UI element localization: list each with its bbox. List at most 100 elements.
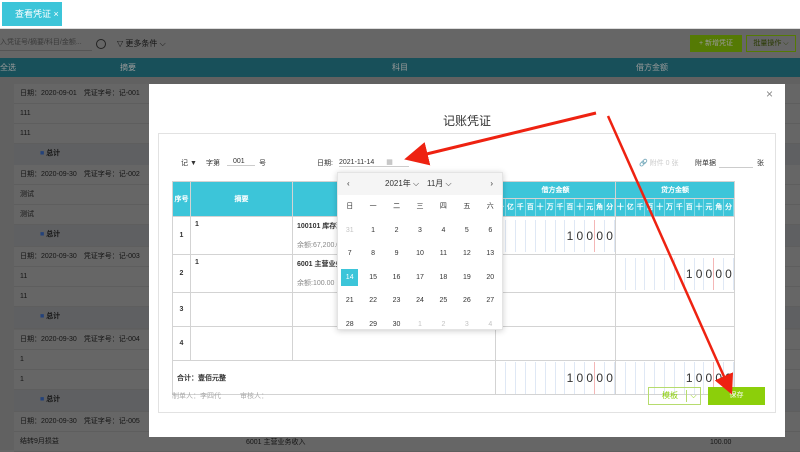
calendar-day[interactable]: 25: [432, 289, 455, 313]
debit-cell[interactable]: [495, 326, 616, 361]
total-debit: 10000: [496, 361, 616, 394]
calendar-day[interactable]: 11: [432, 242, 455, 266]
zi-di-label: 字第: [206, 160, 220, 167]
calendar-day[interactable]: 30: [385, 313, 408, 337]
digit-unit: 千: [516, 199, 526, 216]
calendar-day[interactable]: 23: [385, 289, 408, 313]
calendar-day[interactable]: 1: [408, 313, 431, 337]
summary-cell[interactable]: 1: [190, 254, 293, 293]
calendar-day[interactable]: 9: [385, 242, 408, 266]
digit: [546, 361, 556, 394]
header-select-all[interactable]: 全选: [0, 58, 16, 77]
calendar-day[interactable]: 28: [338, 313, 361, 337]
voucher-number-input[interactable]: 001: [227, 158, 255, 166]
search-input[interactable]: 入凭证号/摘要/科目/金额...: [0, 37, 92, 51]
month-select[interactable]: 11月 ⌵: [427, 173, 452, 195]
calendar-day[interactable]: 2: [385, 219, 408, 243]
summary-cell[interactable]: 1: [190, 216, 293, 255]
calendar-day[interactable]: 14: [338, 266, 361, 290]
tab-label: 查看凭证: [15, 9, 52, 19]
calendar-day[interactable]: 21: [338, 289, 361, 313]
calendar-day[interactable]: 3: [455, 313, 478, 337]
year-select[interactable]: 2021年 ⌵: [385, 173, 419, 195]
calendar-day[interactable]: 5: [455, 219, 478, 243]
calendar-day[interactable]: 18: [432, 266, 455, 290]
calendar-day[interactable]: 4: [432, 219, 455, 243]
calendar-day[interactable]: 2: [432, 313, 455, 337]
calendar-day[interactable]: 10: [408, 242, 431, 266]
digit: 0: [704, 257, 715, 290]
calendar-day[interactable]: 15: [361, 266, 384, 290]
header-index: 序号: [172, 181, 191, 217]
calendar-day[interactable]: 7: [338, 242, 361, 266]
header-debit: 借方金额: [495, 181, 616, 199]
summary-cell[interactable]: [190, 326, 293, 361]
search-icon[interactable]: [96, 39, 106, 49]
calendar-day[interactable]: 17: [408, 266, 431, 290]
digit: 0: [724, 257, 734, 290]
calendar-day[interactable]: 31: [338, 219, 361, 243]
header-subject: 科目: [392, 63, 408, 72]
credit-cell[interactable]: [615, 216, 735, 255]
debit-cell[interactable]: [495, 254, 616, 293]
template-button[interactable]: 模板 ⌵: [648, 387, 701, 405]
digit: [665, 257, 675, 290]
chevron-down-icon[interactable]: ⌵: [686, 390, 700, 402]
digit-unit: 十: [695, 199, 705, 216]
voucher-type-select[interactable]: 记 ▼: [181, 158, 197, 168]
calendar-day[interactable]: 20: [479, 266, 502, 290]
calendar-day[interactable]: 6: [479, 219, 502, 243]
digit: [636, 257, 646, 290]
calendar-day[interactable]: 29: [361, 313, 384, 337]
hao-label: 号: [259, 160, 266, 167]
total-label: 总计: [46, 150, 61, 157]
more-filters-button[interactable]: ▽ 更多条件 ⌵: [117, 38, 166, 49]
modal-title: 记账凭证: [442, 114, 491, 128]
next-month-icon[interactable]: ›: [490, 173, 493, 195]
new-voucher-button[interactable]: + 新增凭证: [690, 35, 742, 52]
tab-close-icon[interactable]: ×: [54, 9, 59, 19]
attachment-link[interactable]: 🔗 附件 0 张: [639, 158, 678, 168]
calendar-day[interactable]: 19: [455, 266, 478, 290]
digit: [506, 361, 516, 394]
tab-view-voucher[interactable]: 查看凭证 ×: [2, 2, 62, 26]
batch-ops-button[interactable]: 批量操作 ⌵: [746, 35, 796, 52]
credit-cell[interactable]: [615, 326, 735, 361]
attachment-label: 附件 0 张: [649, 160, 679, 167]
digit: [616, 361, 626, 394]
digit-unit: 十: [616, 199, 626, 216]
digit: 0: [575, 361, 586, 394]
digit-unit: 亿: [626, 199, 636, 216]
debit-cell[interactable]: 10000: [495, 216, 616, 255]
prev-month-icon[interactable]: ‹: [347, 173, 350, 195]
debit-cell[interactable]: [495, 292, 616, 327]
calendar-day[interactable]: 16: [385, 266, 408, 290]
close-icon[interactable]: ×: [766, 87, 773, 101]
calendar-day[interactable]: 1: [361, 219, 384, 243]
save-button[interactable]: 保存: [708, 387, 765, 405]
total-icon: ■: [40, 231, 45, 238]
digit: 1: [565, 361, 576, 394]
calendar-day[interactable]: 24: [408, 289, 431, 313]
row-index: 3: [172, 292, 191, 327]
calendar-day[interactable]: 13: [479, 242, 502, 266]
attached-docs-input[interactable]: [719, 158, 753, 168]
last-row-subject: 6001 主营业务收入: [246, 439, 306, 446]
calendar-day[interactable]: 4: [479, 313, 502, 337]
credit-cell[interactable]: [615, 292, 735, 327]
weekday-label: 二: [393, 203, 401, 210]
calendar-day[interactable]: 3: [408, 219, 431, 243]
calendar-day[interactable]: 12: [455, 242, 478, 266]
credit-cell[interactable]: 10000: [615, 254, 735, 293]
summary-cell[interactable]: [190, 292, 293, 327]
attached-docs-label: 附单据: [695, 160, 716, 167]
calendar-icon[interactable]: ▦: [386, 159, 393, 166]
digit: 0: [585, 219, 596, 252]
calendar-day[interactable]: 26: [455, 289, 478, 313]
digit-unit: 十: [536, 199, 546, 216]
calendar-day[interactable]: 8: [361, 242, 384, 266]
calendar-day[interactable]: 27: [479, 289, 502, 313]
date-input[interactable]: 2021-11-14 ▦: [339, 158, 409, 167]
auditor-label: 审核人：: [240, 393, 268, 400]
calendar-day[interactable]: 22: [361, 289, 384, 313]
